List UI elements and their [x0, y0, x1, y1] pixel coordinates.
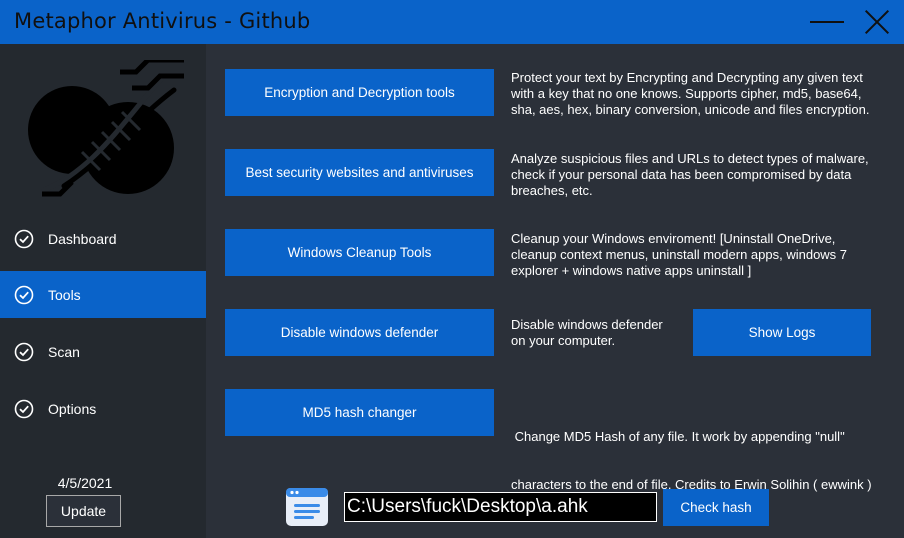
dna-circles-logo — [28, 60, 184, 197]
description-line: Cleanup your Windows enviroment! [Uninst… — [511, 231, 836, 246]
sidebar-item-label: Dashboard — [48, 230, 117, 247]
description-line: Disable windows defender — [511, 317, 663, 332]
file-path-input[interactable] — [344, 492, 657, 522]
security-websites-button[interactable]: Best security websites and antiviruses — [225, 149, 494, 196]
encryption-description: Protect your text by Encrypting and Decr… — [511, 70, 891, 118]
sidebar-item-label: Scan — [48, 343, 80, 360]
security-websites-description: Analyze suspicious files and URLs to det… — [511, 151, 891, 199]
window-title: Metaphor Antivirus - Github — [14, 9, 311, 33]
sidebar-item-label: Tools — [48, 286, 81, 303]
description-line: breaches, etc. — [511, 183, 593, 198]
md5-hash-changer-button[interactable]: MD5 hash changer — [225, 389, 494, 436]
description-line: with a key that no one knows. Supports c… — [511, 86, 862, 101]
description-line: sha, aes, hex, binary conversion, unicod… — [511, 102, 870, 117]
check-circle-icon — [14, 342, 34, 361]
close-button[interactable] — [862, 8, 892, 38]
description-line: Protect your text by Encrypting and Decr… — [511, 70, 863, 85]
sidebar-item-label: Options — [48, 400, 97, 417]
file-list-icon[interactable] — [285, 487, 329, 527]
check-circle-icon — [14, 229, 34, 248]
disable-defender-description: Disable windows defender on your compute… — [511, 317, 681, 349]
sidebar-item-scan[interactable]: Scan — [0, 328, 206, 375]
disable-defender-button[interactable]: Disable windows defender — [225, 309, 494, 356]
date-label: 4/5/2021 — [57, 475, 113, 491]
title-bar: Metaphor Antivirus - Github — [0, 0, 904, 44]
sidebar-item-dashboard[interactable]: Dashboard — [0, 215, 206, 262]
description-line: explorer + windows native apps uninstall… — [511, 263, 752, 278]
show-logs-button[interactable]: Show Logs — [693, 309, 871, 356]
description-line: Change MD5 Hash of any file. It work by … — [511, 429, 845, 444]
description-line: cleanup context menus, uninstall modern … — [511, 247, 848, 262]
encryption-tools-button[interactable]: Encryption and Decryption tools — [225, 69, 494, 116]
description-line: Analyze suspicious files and URLs to det… — [511, 151, 869, 166]
description-line: check if your personal data has been com… — [511, 167, 852, 182]
minimize-button[interactable] — [810, 8, 844, 36]
description-line: on your computer. — [511, 333, 616, 348]
check-circle-icon — [14, 399, 34, 418]
check-circle-icon — [14, 285, 34, 304]
sidebar-item-tools[interactable]: Tools — [0, 271, 206, 318]
windows-cleanup-description: Cleanup your Windows enviroment! [Uninst… — [511, 231, 891, 279]
sidebar: Dashboard Tools Scan Options 4/5/2021 Up… — [0, 44, 206, 538]
sidebar-item-options[interactable]: Options — [0, 385, 206, 432]
update-button[interactable]: Update — [46, 495, 121, 527]
check-hash-button[interactable]: Check hash — [663, 489, 769, 526]
windows-cleanup-button[interactable]: Windows Cleanup Tools — [225, 229, 494, 276]
